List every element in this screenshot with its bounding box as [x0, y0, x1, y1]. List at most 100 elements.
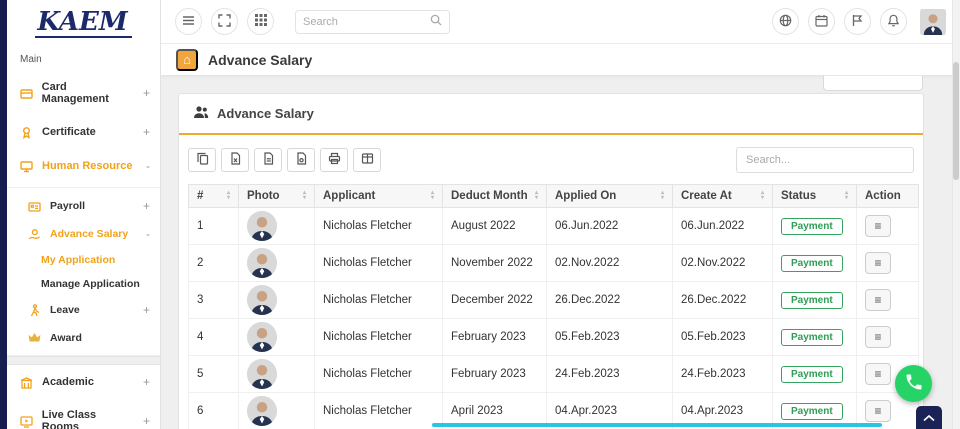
- pdf-export-button[interactable]: [287, 148, 315, 172]
- sidebar-item-academic[interactable]: Academic +: [7, 365, 160, 399]
- sidebar-item-label: Payroll: [50, 200, 85, 212]
- global-search-input[interactable]: [303, 16, 430, 28]
- status-badge: Payment: [781, 329, 843, 346]
- horizontal-scrollbar[interactable]: [432, 423, 882, 427]
- advance-salary-card: Advance Salary: [178, 93, 924, 429]
- menu-button[interactable]: [175, 8, 202, 35]
- status-badge: Payment: [781, 218, 843, 235]
- applicant-avatar[interactable]: [247, 322, 277, 352]
- calendar-icon: [815, 14, 828, 30]
- cell-status: Payment: [773, 208, 857, 245]
- table-search-input[interactable]: [736, 147, 914, 173]
- users-icon: [193, 105, 209, 122]
- sort-icon: ▴▾: [431, 191, 434, 201]
- vertical-scrollbar[interactable]: [952, 0, 960, 429]
- home-button[interactable]: ⌂: [176, 49, 198, 71]
- col-header-status[interactable]: Status▴▾: [773, 185, 857, 208]
- sidebar-item-advance-salary[interactable]: Advance Salary -: [7, 220, 160, 248]
- row-action-button[interactable]: ≡: [865, 215, 891, 237]
- print-button[interactable]: [320, 148, 348, 172]
- sidebar-item-payroll[interactable]: Payroll +: [7, 192, 160, 220]
- col-label: #: [197, 190, 203, 202]
- topbar: [161, 0, 960, 44]
- app-window: KAEM Main Card Management + Certificate …: [0, 0, 960, 429]
- partial-scrolled-button[interactable]: [823, 76, 923, 91]
- row-action-button[interactable]: ≡: [865, 289, 891, 311]
- sidebar-item-label: Manage Application: [41, 278, 140, 290]
- back-to-top-button[interactable]: [916, 406, 942, 429]
- column-visibility-button[interactable]: [353, 148, 381, 172]
- sidebar-item-leave[interactable]: Leave +: [7, 296, 160, 324]
- excel-file-icon: [229, 152, 242, 168]
- fullscreen-button[interactable]: [211, 8, 238, 35]
- scrollbar-thumb[interactable]: [953, 62, 959, 180]
- breadcrumb: ⌂ Advance Salary: [161, 44, 960, 76]
- row-action-button[interactable]: ≡: [865, 326, 891, 348]
- col-header-num[interactable]: #▴▾: [189, 185, 239, 208]
- sidebar-item-label: Advance Salary: [50, 228, 128, 240]
- flag-icon: [851, 14, 864, 30]
- bell-icon: [887, 14, 900, 30]
- row-action-button[interactable]: ≡: [865, 252, 891, 274]
- applicant-avatar[interactable]: [247, 248, 277, 278]
- whatsapp-button[interactable]: [895, 365, 932, 402]
- row-action-button[interactable]: ≡: [865, 400, 891, 422]
- user-avatar[interactable]: [920, 8, 946, 36]
- hamburger-icon: ≡: [874, 367, 881, 381]
- applicant-avatar[interactable]: [247, 396, 277, 426]
- flag-button[interactable]: [844, 8, 871, 35]
- row-action-button[interactable]: ≡: [865, 363, 891, 385]
- plus-toggle: +: [143, 414, 150, 428]
- applicant-avatar[interactable]: [247, 359, 277, 389]
- cell-num: 5: [189, 356, 239, 393]
- sort-icon: ▴▾: [535, 191, 538, 201]
- plus-toggle: +: [143, 86, 150, 100]
- page-title: Advance Salary: [208, 52, 312, 68]
- excel-export-button[interactable]: [221, 148, 249, 172]
- sidebar-item-my-application[interactable]: My Application: [7, 248, 160, 272]
- cell-action: ≡: [857, 282, 919, 319]
- advance-salary-table: #▴▾ Photo▴▾ Applicant▴▾ Deduct Month▴▾ A…: [188, 184, 919, 429]
- col-header-action: Action: [857, 185, 919, 208]
- col-header-photo[interactable]: Photo▴▾: [239, 185, 315, 208]
- col-header-deduct-month[interactable]: Deduct Month▴▾: [443, 185, 547, 208]
- copy-button[interactable]: [188, 148, 216, 172]
- money-hand-icon: [27, 228, 42, 241]
- hamburger-icon: ≡: [874, 256, 881, 270]
- col-header-create-at[interactable]: Create At▴▾: [673, 185, 773, 208]
- language-button[interactable]: [772, 8, 799, 35]
- calendar-button[interactable]: [808, 8, 835, 35]
- sidebar-section-label: Main: [20, 54, 160, 65]
- sidebar-item-manage-application[interactable]: Manage Application: [7, 272, 160, 296]
- cell-deduct-month: December 2022: [443, 282, 547, 319]
- payroll-icon: [27, 200, 42, 213]
- col-header-applied-on[interactable]: Applied On▴▾: [547, 185, 673, 208]
- sidebar-item-live-class-rooms[interactable]: Live Class Rooms +: [7, 399, 160, 429]
- columns-icon: [361, 152, 374, 168]
- cell-num: 1: [189, 208, 239, 245]
- table-row: 5 Nicholas Fletcher February 2023 24.Feb…: [189, 356, 919, 393]
- notifications-button[interactable]: [880, 8, 907, 35]
- table-row: 2 Nicholas Fletcher November 2022 02.Nov…: [189, 245, 919, 282]
- cell-photo: [239, 245, 315, 282]
- sidebar-group-divider: [0, 356, 160, 365]
- applicant-avatar[interactable]: [247, 211, 277, 241]
- sidebar-item-award[interactable]: Award: [7, 324, 160, 351]
- applicant-avatar[interactable]: [247, 285, 277, 315]
- csv-export-button[interactable]: [254, 148, 282, 172]
- apps-button[interactable]: [247, 8, 274, 35]
- sidebar-item-certificate[interactable]: Certificate +: [7, 115, 160, 149]
- cell-num: 4: [189, 319, 239, 356]
- col-label: Applied On: [555, 190, 616, 202]
- status-badge: Payment: [781, 366, 843, 383]
- cell-applicant: Nicholas Fletcher: [315, 245, 443, 282]
- brand-logo[interactable]: KAEM: [7, 0, 160, 46]
- expand-icon: [218, 14, 231, 30]
- status-badge: Payment: [781, 292, 843, 309]
- col-header-applicant[interactable]: Applicant▴▾: [315, 185, 443, 208]
- card-icon: [19, 87, 34, 100]
- cell-photo: [239, 393, 315, 429]
- cell-deduct-month: November 2022: [443, 245, 547, 282]
- sidebar-item-card-management[interactable]: Card Management +: [7, 71, 160, 115]
- sidebar-item-human-resource[interactable]: Human Resource -: [7, 149, 160, 183]
